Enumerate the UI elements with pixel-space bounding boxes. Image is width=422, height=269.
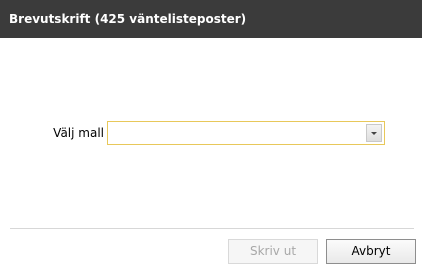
footer-divider (10, 228, 414, 229)
print-letters-dialog: Brevutskrift (425 väntelisteposter) Välj… (0, 0, 422, 269)
chevron-down-icon (371, 132, 377, 135)
print-button[interactable]: Skriv ut (228, 239, 318, 264)
template-select-label: Välj mall (53, 126, 104, 140)
dropdown-button[interactable] (366, 124, 382, 142)
cancel-button[interactable]: Avbryt (326, 239, 416, 264)
dialog-title: Brevutskrift (425 väntelisteposter) (0, 0, 422, 38)
template-select[interactable] (107, 121, 385, 145)
